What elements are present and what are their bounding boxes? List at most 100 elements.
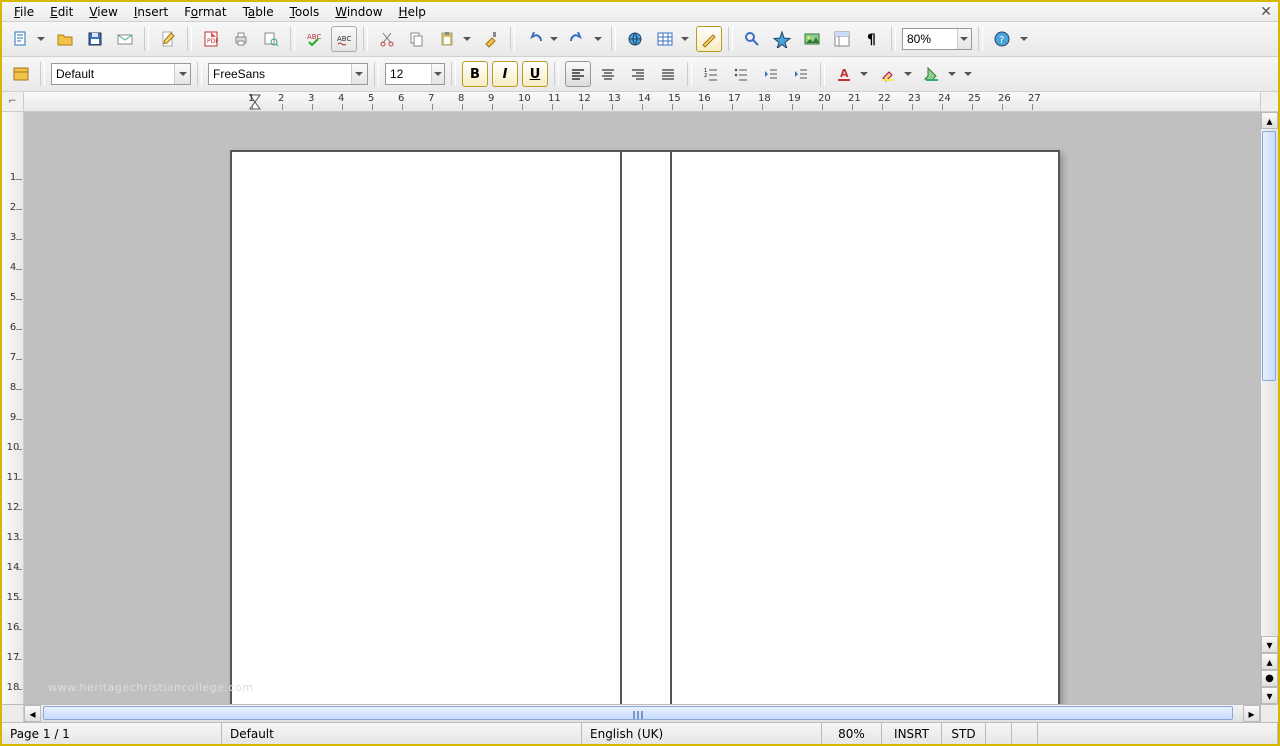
- highlight-dropdown[interactable]: [901, 61, 915, 87]
- italic-button[interactable]: I: [492, 61, 518, 87]
- toolbar-options-dropdown[interactable]: [1019, 34, 1029, 45]
- menu-format[interactable]: Format: [176, 3, 234, 21]
- help-button[interactable]: ?: [989, 26, 1015, 52]
- menu-tools[interactable]: Tools: [282, 3, 328, 21]
- align-center-button[interactable]: [595, 61, 621, 87]
- new-document-dropdown[interactable]: [34, 26, 48, 52]
- nonprinting-chars-button[interactable]: ¶: [859, 26, 885, 52]
- next-page-button[interactable]: ▾: [1261, 687, 1278, 704]
- bold-button[interactable]: B: [462, 61, 488, 87]
- find-button[interactable]: [739, 26, 765, 52]
- highlight-button[interactable]: [875, 61, 901, 87]
- copy-button[interactable]: [404, 26, 430, 52]
- print-preview-button[interactable]: [258, 26, 284, 52]
- export-pdf-button[interactable]: PDF: [198, 26, 224, 52]
- menu-insert[interactable]: Insert: [126, 3, 176, 21]
- status-modified[interactable]: [986, 723, 1012, 744]
- save-button[interactable]: [82, 26, 108, 52]
- background-color-dropdown[interactable]: [945, 61, 959, 87]
- increase-indent-button[interactable]: [788, 61, 814, 87]
- menu-table[interactable]: Table: [235, 3, 282, 21]
- paragraph-style-dropdown[interactable]: [174, 64, 190, 84]
- table-button[interactable]: [652, 26, 678, 52]
- undo-dropdown[interactable]: [547, 26, 561, 52]
- scroll-right-button[interactable]: ▸: [1243, 705, 1260, 722]
- justify-button[interactable]: [655, 61, 681, 87]
- menu-view[interactable]: View: [81, 3, 125, 21]
- align-left-button[interactable]: [565, 61, 591, 87]
- page[interactable]: [230, 150, 1060, 704]
- menu-edit[interactable]: Edit: [42, 3, 81, 21]
- navigation-button[interactable]: ●: [1261, 670, 1278, 687]
- font-color-button[interactable]: A: [831, 61, 857, 87]
- bullet-list-button[interactable]: [728, 61, 754, 87]
- autospell-button[interactable]: ABC: [331, 26, 357, 52]
- format-toolbar-options-dropdown[interactable]: [963, 69, 973, 80]
- hyperlink-button[interactable]: [622, 26, 648, 52]
- background-color-button[interactable]: [919, 61, 945, 87]
- email-button[interactable]: [112, 26, 138, 52]
- ruler-corner[interactable]: ⌐: [2, 92, 24, 111]
- font-name-combo[interactable]: [208, 63, 368, 85]
- horizontal-ruler[interactable]: 1234567891011121314151617181920212223242…: [24, 92, 1260, 111]
- menu-file[interactable]: File: [6, 3, 42, 21]
- undo-button[interactable]: [521, 26, 547, 52]
- paragraph-style-input[interactable]: [52, 65, 174, 83]
- format-paintbrush-button[interactable]: [478, 26, 504, 52]
- hscroll-track[interactable]: [41, 705, 1243, 722]
- vertical-ruler[interactable]: 123456789101112131415161718: [2, 112, 24, 704]
- show-draw-button[interactable]: [696, 26, 722, 52]
- font-name-dropdown[interactable]: [351, 64, 367, 84]
- vscroll-track[interactable]: [1261, 129, 1278, 636]
- print-button[interactable]: [228, 26, 254, 52]
- status-language[interactable]: English (UK): [582, 723, 822, 744]
- gallery-button[interactable]: [799, 26, 825, 52]
- hscroll-thumb[interactable]: [43, 706, 1233, 720]
- scroll-up-button[interactable]: ▴: [1261, 112, 1278, 129]
- document-canvas[interactable]: www.heritagechristiancollege.com: [24, 112, 1260, 704]
- zoom-dropdown[interactable]: [957, 29, 971, 49]
- menubar: File Edit View Insert Format Table Tools…: [2, 2, 1278, 22]
- decrease-indent-button[interactable]: [758, 61, 784, 87]
- paste-dropdown[interactable]: [460, 26, 474, 52]
- font-color-dropdown[interactable]: [857, 61, 871, 87]
- cut-button[interactable]: [374, 26, 400, 52]
- styles-window-button[interactable]: [8, 61, 34, 87]
- numbered-list-button[interactable]: 12: [698, 61, 724, 87]
- navigator-button[interactable]: [769, 26, 795, 52]
- new-document-button[interactable]: [8, 26, 34, 52]
- redo-dropdown[interactable]: [591, 26, 605, 52]
- status-insert-mode[interactable]: INSRT: [882, 723, 942, 744]
- zoom-input[interactable]: [903, 30, 957, 48]
- underline-button[interactable]: U: [522, 61, 548, 87]
- datasources-button[interactable]: [829, 26, 855, 52]
- edit-file-button[interactable]: [155, 26, 181, 52]
- table-dropdown[interactable]: [678, 26, 692, 52]
- vscroll-thumb[interactable]: [1262, 131, 1276, 381]
- menu-window[interactable]: Window: [327, 3, 390, 21]
- font-name-input[interactable]: [209, 65, 351, 83]
- menu-help[interactable]: Help: [391, 3, 434, 21]
- font-size-input[interactable]: [386, 65, 431, 83]
- zoom-combo[interactable]: [902, 28, 972, 50]
- redo-button[interactable]: [565, 26, 591, 52]
- align-right-button[interactable]: [625, 61, 651, 87]
- font-size-combo[interactable]: [385, 63, 445, 85]
- paragraph-style-combo[interactable]: [51, 63, 191, 85]
- status-signature[interactable]: [1012, 723, 1038, 744]
- paste-button[interactable]: [434, 26, 460, 52]
- svg-text:PDF: PDF: [207, 38, 219, 45]
- vertical-scrollbar[interactable]: ▴ ▾ ▴ ● ▾: [1260, 112, 1278, 704]
- scroll-left-button[interactable]: ◂: [24, 705, 41, 722]
- scroll-down-button[interactable]: ▾: [1261, 636, 1278, 653]
- status-style[interactable]: Default: [222, 723, 582, 744]
- status-selection-mode[interactable]: STD: [942, 723, 986, 744]
- horizontal-scrollbar[interactable]: ◂ ▸: [24, 705, 1260, 722]
- font-size-dropdown[interactable]: [431, 64, 444, 84]
- window-close-button[interactable]: ✕: [1260, 4, 1272, 20]
- prev-page-button[interactable]: ▴: [1261, 653, 1278, 670]
- open-button[interactable]: [52, 26, 78, 52]
- spellcheck-button[interactable]: ABC: [301, 26, 327, 52]
- status-page[interactable]: Page 1 / 1: [2, 723, 222, 744]
- status-zoom[interactable]: 80%: [822, 723, 882, 744]
